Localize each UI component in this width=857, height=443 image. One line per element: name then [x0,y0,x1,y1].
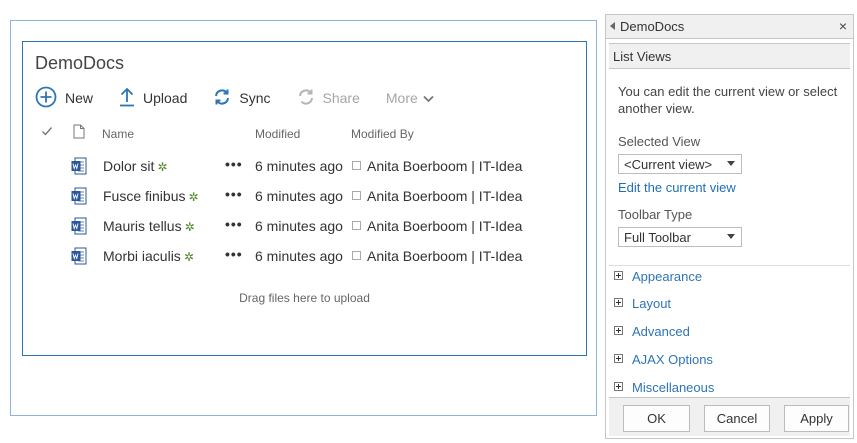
share-icon [297,88,315,109]
category-label: Miscellaneous [632,380,715,395]
list-item[interactable]: Fusce finibus ✲ ••• 6 minutes ago Anita Boer… [35,184,575,208]
plus-circle-icon [35,86,57,111]
new-item-indicator-icon: ✲ [183,250,194,264]
column-header-modified[interactable]: Modified [255,127,300,141]
list-item[interactable]: Dolor sit ✲ ••• 6 minutes ago Anita Boerboom… [35,154,575,178]
word-document-icon [71,217,87,238]
document-name-link[interactable]: Morbi iaculis [103,248,181,264]
upload-button-label: Upload [143,90,188,106]
item-more-options-icon[interactable]: ••• [225,156,243,172]
document-name[interactable]: Dolor sit ✲ [103,158,167,174]
category-ajax-options[interactable]: AJAX Options [609,349,850,373]
category-appearance[interactable]: Appearance [609,265,850,290]
tool-pane-title: DemoDocs [620,19,685,34]
new-button-label: New [65,90,94,106]
file-type-icon [73,124,85,142]
edit-current-view-link[interactable]: Edit the current view [618,180,736,195]
document-name[interactable]: Morbi iaculis ✲ [103,248,194,264]
item-more-options-icon[interactable]: ••• [225,186,243,202]
document-name-link[interactable]: Mauris tellus [103,218,182,234]
user-presence-icon [352,251,361,260]
word-document-icon [71,157,87,178]
share-button[interactable]: Share [297,88,360,109]
category-advanced[interactable]: Advanced [609,321,850,345]
expand-plus-icon[interactable] [614,354,623,363]
new-item-indicator-icon: ✲ [157,160,168,174]
webpart-title[interactable]: DemoDocs [35,53,124,74]
modified-date: 6 minutes ago [255,218,343,234]
new-button[interactable]: New [35,86,93,111]
dropdown-arrow-icon [727,234,735,239]
category-label: Layout [632,296,672,311]
tool-pane-header: DemoDocs × [606,15,853,39]
select-all-checkmark-icon[interactable] [41,125,53,140]
category-label: Advanced [632,324,690,339]
word-document-icon [71,187,87,208]
close-icon[interactable]: × [839,18,847,34]
modified-date: 6 minutes ago [255,248,343,264]
modified-date: 6 minutes ago [255,158,343,174]
expand-plus-icon[interactable] [614,298,623,307]
toolbar-type-dropdown[interactable]: Full Toolbar [618,227,742,247]
modified-by-user[interactable]: Anita Boerboom | IT-Idea [367,218,522,234]
expand-plus-icon[interactable] [614,271,623,280]
upload-icon [119,87,135,110]
back-arrow-icon[interactable] [610,22,615,30]
modified-by-user[interactable]: Anita Boerboom | IT-Idea [367,248,522,264]
sync-button-label: Sync [239,90,271,106]
sync-icon [213,88,231,109]
user-presence-icon [352,191,361,200]
document-name-link[interactable]: Dolor sit [103,158,154,174]
cancel-button[interactable]: Cancel [704,405,770,432]
upload-button[interactable]: Upload [119,87,187,110]
dropdown-arrow-icon [727,161,735,166]
word-document-icon [71,247,87,268]
sync-button[interactable]: Sync [213,88,271,109]
document-name[interactable]: Mauris tellus ✲ [103,218,195,234]
column-header-name[interactable]: Name [102,127,134,141]
document-library-webpart: DemoDocs New Upload Sync Share More Name… [22,41,587,356]
list-header: Name Modified Modified By [35,124,575,143]
user-presence-icon [352,221,361,230]
user-presence-icon [352,161,361,170]
expand-plus-icon[interactable] [614,326,623,335]
selected-view-dropdown[interactable]: <Current view> [618,154,742,174]
more-button-label: More [385,90,418,106]
share-button-label: Share [322,90,360,106]
column-header-modified-by[interactable]: Modified By [351,127,414,141]
category-label: Appearance [632,269,703,284]
toolbar-type-value: Full Toolbar [624,230,691,245]
expand-plus-icon[interactable] [614,382,623,391]
pane-description: You can edit the current view or select … [618,84,838,116]
category-layout[interactable]: Layout [609,293,850,317]
selected-view-label: Selected View [618,134,701,149]
command-bar: New Upload Sync Share More [35,85,460,111]
list-item[interactable]: Mauris tellus ✲ ••• 6 minutes ago Anita Boer… [35,214,575,238]
toolbar-type-label: Toolbar Type [618,207,693,222]
item-more-options-icon[interactable]: ••• [225,246,243,262]
more-button[interactable]: More [386,90,434,106]
modified-by-user[interactable]: Anita Boerboom | IT-Idea [367,188,522,204]
list-item[interactable]: Morbi iaculis ✲ ••• 6 minutes ago Anita Boer… [35,244,575,268]
category-label: AJAX Options [632,352,713,367]
apply-button[interactable]: Apply [784,405,849,432]
modified-by-user[interactable]: Anita Boerboom | IT-Idea [367,158,522,174]
section-title: List Views [613,49,672,64]
ok-button[interactable]: OK [623,405,690,432]
document-name-link[interactable]: Fusce finibus [103,188,185,204]
section-list-views: List Views [609,43,850,69]
document-name[interactable]: Fusce finibus ✲ [103,188,199,204]
new-item-indicator-icon: ✲ [188,190,199,204]
chevron-down-icon [423,90,434,106]
upload-dropzone[interactable]: Drag files here to upload [23,291,586,305]
tool-pane-buttons: OK Cancel Apply [609,397,850,436]
item-more-options-icon[interactable]: ••• [225,216,243,232]
modified-date: 6 minutes ago [255,188,343,204]
new-item-indicator-icon: ✲ [184,220,195,234]
selected-view-value: <Current view> [624,157,713,172]
tool-pane: DemoDocs × List Views You can edit the c… [605,14,854,439]
